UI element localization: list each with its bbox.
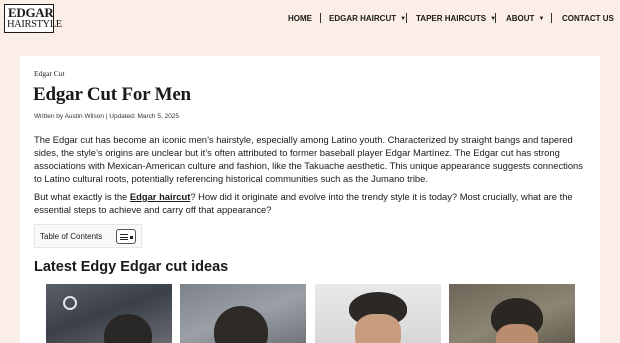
hair-shape bbox=[104, 314, 152, 343]
logo-text-bottom: HAIRSTYLE bbox=[7, 19, 62, 30]
nav-divider bbox=[406, 13, 407, 23]
face-shape bbox=[496, 324, 538, 343]
page-title: Edgar Cut For Men bbox=[33, 84, 191, 105]
nav-divider bbox=[495, 13, 496, 23]
logo-text-top: EDGAR bbox=[8, 5, 54, 20]
site-logo[interactable]: EDGAR HAIRSTYLE bbox=[4, 4, 62, 33]
author-prefix: Written by bbox=[34, 113, 64, 120]
article-meta: Written by Austin Wilson | Updated: Marc… bbox=[34, 113, 179, 120]
author-name[interactable]: Austin Wilson bbox=[65, 113, 104, 120]
nav-taper-haircuts-label: TAPER HAIRCUTS bbox=[416, 14, 487, 23]
table-of-contents: Table of Contents bbox=[34, 224, 142, 248]
nav-contact-us-label: CONTACT US bbox=[562, 14, 614, 23]
nav-home-label: HOME bbox=[288, 14, 312, 23]
gallery-image-2[interactable] bbox=[180, 284, 306, 343]
gallery-image-4[interactable] bbox=[449, 284, 575, 343]
intro-paragraph: The Edgar cut has become an iconic men’s… bbox=[34, 134, 583, 185]
toc-toggle-button[interactable] bbox=[116, 229, 136, 244]
gallery-image-3[interactable] bbox=[315, 284, 441, 343]
ring-light bbox=[63, 296, 77, 310]
nav-divider bbox=[320, 13, 321, 23]
nav-about-label: ABOUT bbox=[506, 14, 535, 23]
site-header: EDGAR HAIRSTYLE HOME EDGAR HAIRCUT ▼ TAPE… bbox=[0, 0, 620, 36]
caret-down-icon: ▼ bbox=[538, 16, 545, 22]
nav-divider bbox=[551, 13, 552, 23]
breadcrumb[interactable]: Edgar Cut bbox=[34, 69, 65, 78]
meta-divider: | bbox=[105, 113, 108, 120]
nav-taper-haircuts[interactable]: TAPER HAIRCUTS ▼ bbox=[416, 13, 496, 24]
nav-edgar-haircut-label: EDGAR HAIRCUT bbox=[329, 14, 397, 23]
nav-contact-us[interactable]: CONTACT US bbox=[562, 13, 614, 24]
edgar-haircut-link[interactable]: Edgar haircut bbox=[130, 191, 190, 202]
nav-home[interactable]: HOME bbox=[288, 13, 312, 24]
nav-about[interactable]: ABOUT ▼ bbox=[506, 13, 544, 24]
face-shape bbox=[355, 314, 401, 343]
nav-edgar-haircut[interactable]: EDGAR HAIRCUT ▼ bbox=[329, 13, 406, 24]
question-paragraph: But what exactly is the Edgar haircut? H… bbox=[34, 190, 584, 216]
gallery-image-1[interactable] bbox=[46, 284, 172, 343]
section-heading: Latest Edgy Edgar cut ideas bbox=[34, 259, 229, 275]
hair-shape bbox=[214, 306, 268, 343]
updated-date: Updated: March 5, 2025 bbox=[109, 113, 180, 120]
para2-text-before: But what exactly is the bbox=[34, 191, 130, 202]
toc-label: Table of Contents bbox=[40, 232, 103, 241]
